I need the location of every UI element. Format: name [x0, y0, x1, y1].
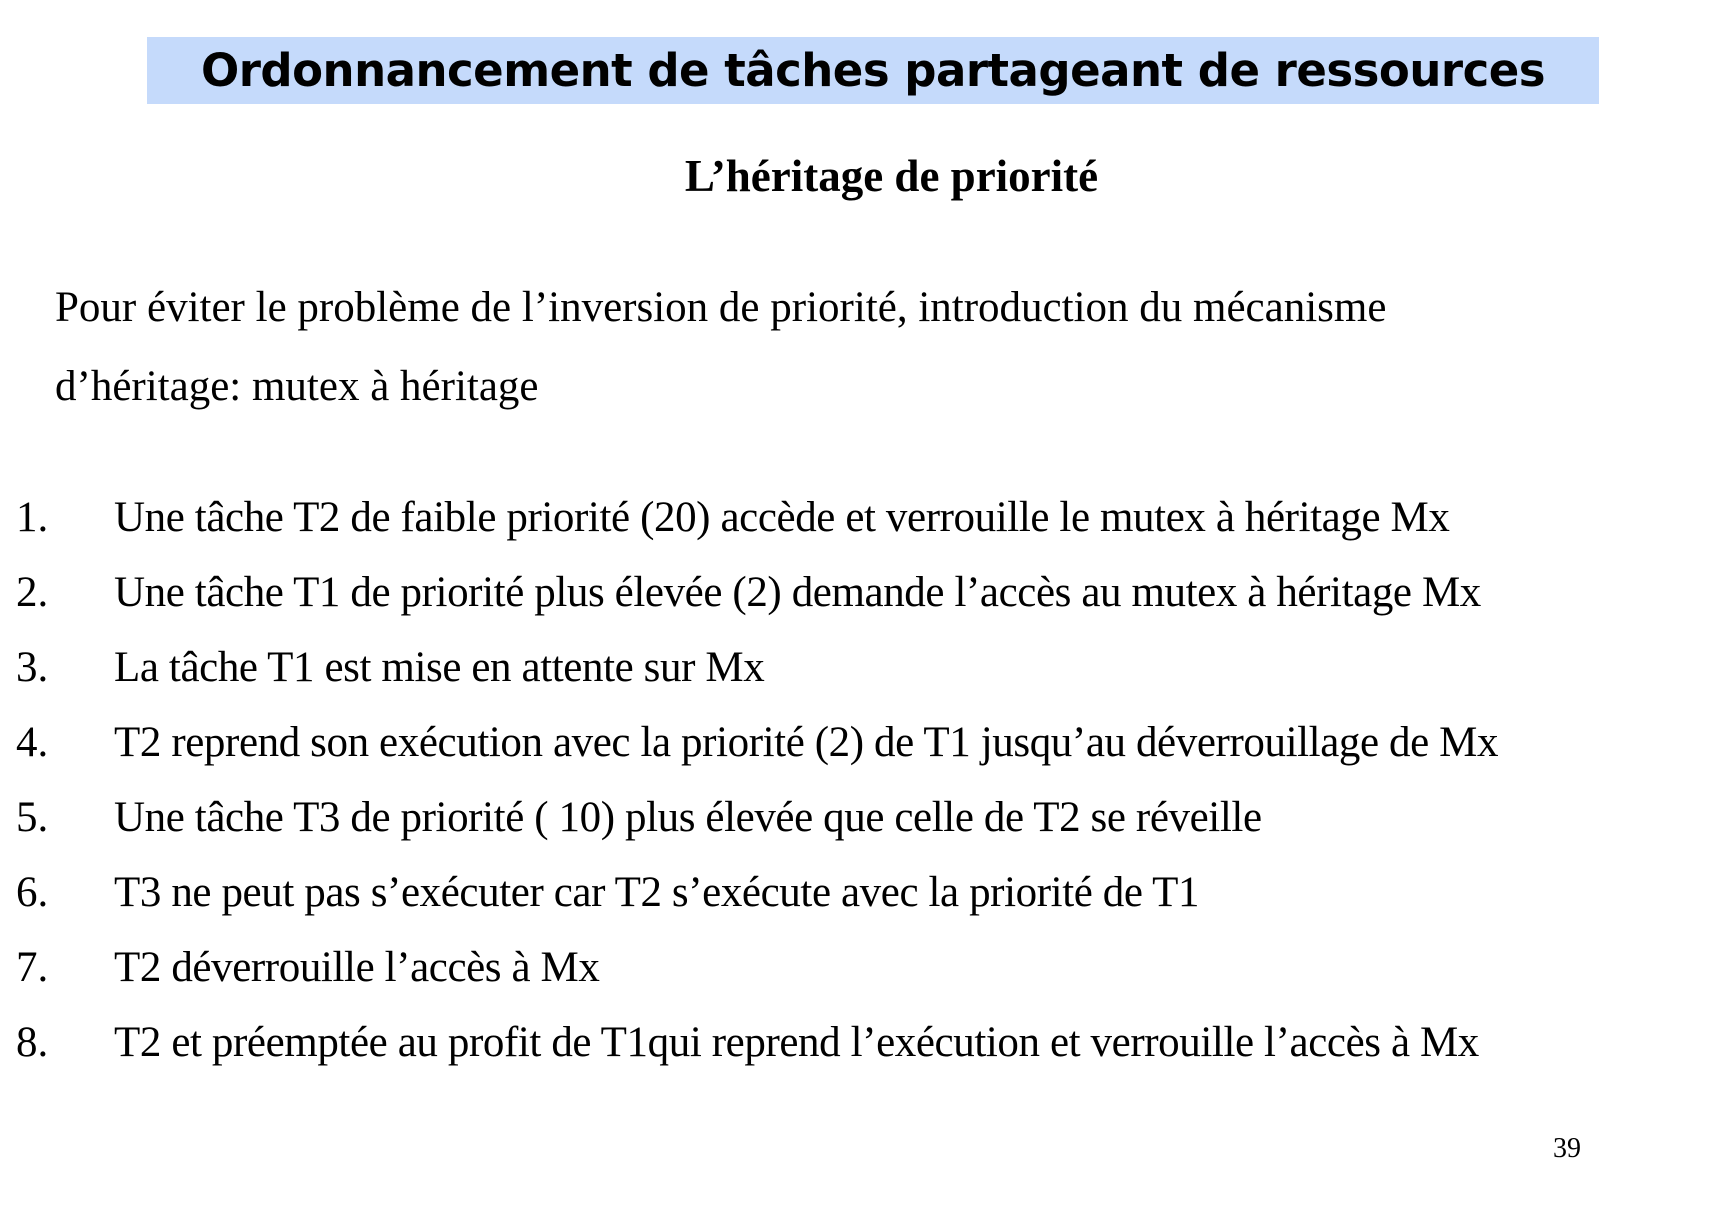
step-item: 5. Une tâche T3 de priorité ( 10) plus é… [16, 780, 1711, 855]
step-number: 4. [16, 719, 49, 766]
step-text: T2 reprend son exécution avec la priorit… [114, 719, 1499, 766]
step-text: T3 ne peut pas s’exécuter car T2 s’exécu… [114, 869, 1200, 916]
step-item: 4. T2 reprend son exécution avec la prio… [16, 705, 1711, 780]
steps-list: 1. Une tâche T2 de faible priorité (20) … [16, 480, 1711, 1080]
slide-subtitle: L’héritage de priorité [684, 151, 1099, 201]
title-bar: Ordonnancement de tâches partageant de r… [147, 37, 1599, 104]
step-number: 3. [16, 644, 49, 691]
step-text: Une tâche T2 de faible priorité (20) acc… [114, 494, 1450, 541]
step-number: 8. [16, 1019, 49, 1066]
step-number: 1. [16, 494, 49, 541]
step-text: La tâche T1 est mise en attente sur Mx [114, 644, 765, 691]
step-number: 6. [16, 869, 49, 916]
step-number: 7. [16, 944, 49, 991]
step-item: 7. T2 déverrouille l’accès à Mx [16, 930, 1711, 1005]
slide-title: Ordonnancement de tâches partageant de r… [200, 44, 1546, 97]
step-text: Une tâche T3 de priorité ( 10) plus élev… [114, 794, 1262, 841]
page-number: 39 [1553, 1133, 1581, 1164]
step-number: 2. [16, 569, 49, 616]
step-text: T2 et préemptée au profit de T1qui repre… [114, 1019, 1479, 1066]
intro-line: Pour éviter le problème de l’inversion d… [55, 284, 1387, 331]
step-item: 3. La tâche T1 est mise en attente sur M… [16, 630, 1711, 705]
step-item: 6. T3 ne peut pas s’exécuter car T2 s’ex… [16, 855, 1711, 930]
intro-line: d’héritage: mutex à héritage [55, 363, 539, 410]
step-item: 8. T2 et préemptée au profit de T1qui re… [16, 1005, 1711, 1080]
step-item: 2. Une tâche T1 de priorité plus élevée … [16, 555, 1711, 630]
step-text: T2 déverrouille l’accès à Mx [114, 944, 600, 991]
step-item: 1. Une tâche T2 de faible priorité (20) … [16, 480, 1711, 555]
step-number: 5. [16, 794, 49, 841]
intro-paragraph: Pour éviter le problème de l’inversion d… [55, 268, 1675, 426]
step-text: Une tâche T1 de priorité plus élevée (2)… [114, 569, 1481, 616]
